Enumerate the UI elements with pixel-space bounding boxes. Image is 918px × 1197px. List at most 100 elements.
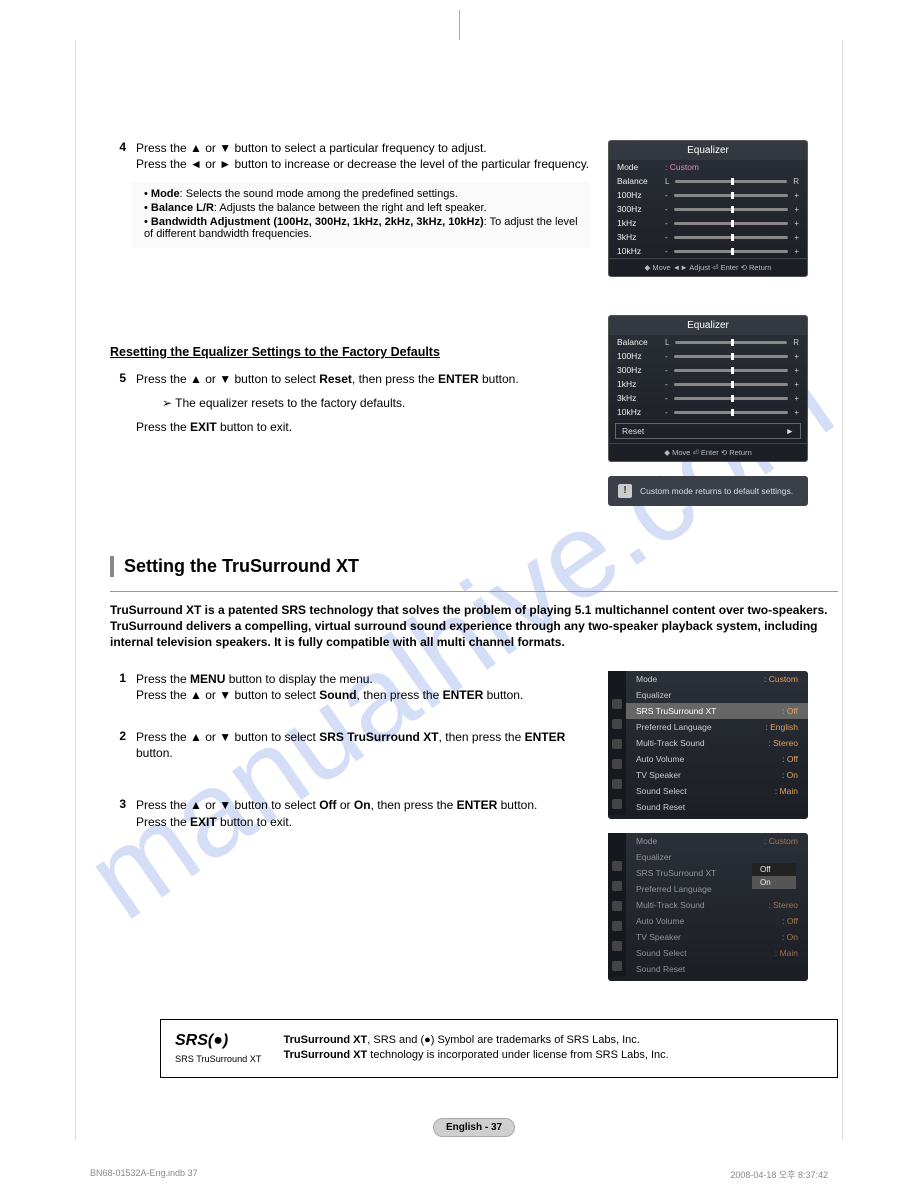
slider [674, 369, 789, 372]
trademark-text: TruSurround XT, SRS and (●) Symbol are t… [284, 1033, 669, 1064]
menu-key: Equalizer [636, 690, 671, 700]
note-label: Bandwidth Adjustment (100Hz, 300Hz, 1kHz… [151, 216, 484, 228]
t: button to display the menu. [225, 672, 372, 686]
t: or [202, 730, 219, 744]
slider [674, 411, 789, 414]
up-triangle-icon [190, 372, 202, 386]
t: ENTER [457, 798, 498, 812]
menu-key: TV Speaker [636, 932, 681, 942]
t: button. [497, 798, 537, 812]
t: button. [479, 372, 519, 386]
eq-row-label: 1kHz [617, 379, 659, 389]
t: SRS TruSurround XT [319, 730, 438, 744]
footer-left: BN68-01532A-Eng.indb 37 [90, 1168, 198, 1181]
slider [674, 208, 789, 211]
slider-plus: + [794, 247, 799, 256]
t: button to select a particular frequency … [231, 141, 486, 155]
osd-popup-offon: Off On [752, 863, 796, 889]
eq-row-label: 300Hz [617, 365, 659, 375]
t: or [337, 798, 354, 812]
menu-key: Multi-Track Sound [636, 900, 705, 910]
t: button to select [231, 798, 319, 812]
slider-minus: - [665, 408, 668, 417]
t: or [202, 372, 219, 386]
slider-minus: - [665, 191, 668, 200]
osd-reset-row: Reset [615, 423, 801, 439]
t: Press the [136, 688, 190, 702]
step5-note: The equalizer resets to the factory defa… [162, 395, 590, 411]
slider-minus: - [665, 219, 668, 228]
menu-key: TV Speaker [636, 770, 681, 780]
slider-plus: + [794, 380, 799, 389]
slider-end-r: R [793, 338, 799, 347]
reset-label: Reset [622, 426, 644, 436]
osd-equalizer-2: Equalizer BalanceLR 100Hz-+ 300Hz-+ 1kHz… [608, 315, 808, 462]
t: button to increase or decrease the level… [231, 157, 589, 171]
ts3-text: Press the or button to select Off or On,… [136, 797, 590, 829]
ts1-text: Press the MENU button to display the men… [136, 671, 590, 703]
step4-text: Press the or button to select a particul… [136, 140, 590, 172]
menu-key: SRS TruSurround XT [636, 706, 716, 716]
t: or [202, 798, 219, 812]
slider [674, 250, 789, 253]
menu-val: : English [765, 722, 798, 732]
eq-row-label: 1kHz [617, 218, 659, 228]
section-intro: TruSurround XT is a patented SRS technol… [110, 591, 838, 651]
note-label: Balance L/R [151, 202, 214, 214]
t: Press the [136, 141, 190, 155]
t: TruSurround XT [284, 1034, 368, 1046]
slider-plus: + [794, 394, 799, 403]
menu-key: Sound Reset [636, 964, 685, 974]
slider-minus: - [665, 247, 668, 256]
up-triangle-icon [190, 730, 202, 744]
slider-minus: - [665, 380, 668, 389]
t: MENU [190, 672, 225, 686]
menu-val: : Off [782, 754, 798, 764]
t: , then press the [439, 730, 525, 744]
t: Press the [136, 372, 190, 386]
menu-val: : Off [782, 916, 798, 926]
note-text: : Selects the sound mode among the prede… [180, 188, 458, 200]
t: button to exit. [217, 420, 292, 434]
step-number: 1 [110, 671, 126, 703]
menu-key: Preferred Language [636, 884, 712, 894]
osd-side-icons [608, 833, 626, 977]
menu-val: : Main [775, 948, 798, 958]
ts2-text: Press the or button to select SRS TruSur… [136, 729, 590, 761]
osd-title: Equalizer [609, 141, 807, 160]
up-triangle-icon [190, 798, 202, 812]
section-title: Setting the TruSurround XT [124, 556, 838, 577]
slider [674, 194, 789, 197]
down-triangle-icon [219, 798, 231, 812]
step-number: 4 [110, 140, 126, 172]
osd-footer: ◆ Move ⏎ Enter ⟲ Return [609, 443, 807, 461]
menu-key: Sound Select [636, 948, 687, 958]
slider-minus: - [665, 233, 668, 242]
menu-key: Multi-Track Sound [636, 738, 705, 748]
menu-key: Sound Reset [636, 802, 685, 812]
srs-logo: SRS(●) SRS TruSurround XT [175, 1030, 262, 1068]
right-triangle-icon [786, 426, 794, 436]
t: or [202, 141, 219, 155]
eq-row-label: 3kHz [617, 393, 659, 403]
t: ENTER [438, 372, 479, 386]
menu-val: : Custom [764, 674, 798, 684]
menu-val: : Off [782, 706, 798, 716]
slider-end-r: R [793, 177, 799, 186]
slider-plus: + [794, 408, 799, 417]
t: technology is incorporated under license… [367, 1049, 668, 1061]
slider-plus: + [794, 191, 799, 200]
menu-key: Sound Select [636, 786, 687, 796]
menu-val: : Stereo [768, 738, 798, 748]
srs-logo-sub: SRS TruSurround XT [175, 1054, 262, 1064]
t: Press the [136, 420, 190, 434]
t: button to select [231, 688, 319, 702]
menu-val: : Stereo [768, 900, 798, 910]
slider-minus: - [665, 394, 668, 403]
step-number: 2 [110, 729, 126, 761]
t: ENTER [443, 688, 484, 702]
right-triangle-icon [219, 157, 231, 171]
t: , then press the [371, 798, 457, 812]
t: button to select [231, 730, 319, 744]
t: Press the [136, 815, 190, 829]
